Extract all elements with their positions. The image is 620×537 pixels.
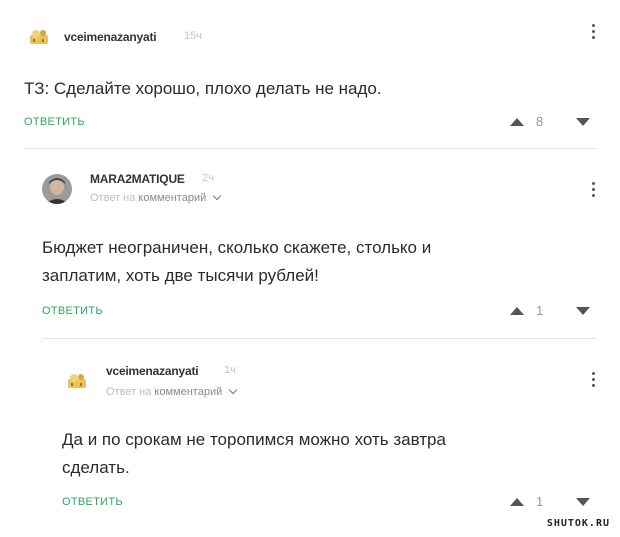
reply-to-target: комментарий [154,386,223,398]
triangle-down-icon[interactable] [576,498,590,506]
reply-to[interactable]: Ответ на комментарий [106,385,238,398]
timestamp: 2ч [202,172,214,184]
chevron-down-icon [229,385,238,395]
comment-text-line: заплатим, хоть две тысячи рублей! [42,266,319,285]
divider [24,148,596,149]
vertical-dots-icon[interactable] [592,372,596,390]
reply-to-prefix: Ответ на [106,386,152,398]
username[interactable]: vceimenazanyati [64,30,157,44]
username[interactable]: vceimenazanyati [106,364,199,378]
divider [42,338,596,339]
reply-button[interactable]: ОТВЕТИТЬ [24,116,85,128]
vote-count: 1 [536,303,544,318]
watermark: SHUTOK.RU [546,518,610,529]
user-avatar[interactable] [42,174,72,204]
comment-text-line: Да и по срокам не торопимся можно хоть з… [62,430,446,449]
cartoon-avatar-icon [62,364,92,394]
reply-button[interactable]: ОТВЕТИТЬ [42,305,103,317]
reply-to[interactable]: Ответ на комментарий [90,191,222,204]
username[interactable]: MARA2MATIQUE [90,172,185,186]
comment-1: vceimenazanyati 15ч ТЗ: Сделайте хорошо,… [0,0,620,148]
comment-3: vceimenazanyati 1ч Ответ на комментарий … [0,340,620,530]
triangle-up-icon[interactable] [510,307,524,315]
vote-count: 8 [536,114,544,129]
chevron-down-icon [213,191,222,201]
cartoon-avatar-icon [24,20,54,50]
user-avatar[interactable] [62,364,92,394]
person-photo-avatar [42,174,72,204]
comment-text-line: сделать. [62,458,130,477]
timestamp: 1ч [224,364,236,376]
reply-button[interactable]: ОТВЕТИТЬ [62,496,123,508]
reply-to-target: комментарий [138,192,207,204]
comment-text-line: ТЗ: Сделайте хорошо, плохо делать не над… [24,79,382,98]
triangle-up-icon[interactable] [510,118,524,126]
user-avatar[interactable] [24,20,54,50]
triangle-down-icon[interactable] [576,118,590,126]
triangle-up-icon[interactable] [510,498,524,506]
comment-text-line: Бюджет неограничен, сколько скажете, сто… [42,238,432,257]
comment-text: Бюджет неограничен, сколько скажете, сто… [42,234,431,290]
vote-count: 1 [536,494,544,509]
reply-to-prefix: Ответ на [90,192,136,204]
comment-text: ТЗ: Сделайте хорошо, плохо делать не над… [24,75,382,103]
vertical-dots-icon[interactable] [592,182,596,200]
timestamp: 15ч [184,30,202,42]
triangle-down-icon[interactable] [576,307,590,315]
comment-text: Да и по срокам не торопимся можно хоть з… [62,426,446,482]
comment-2: MARA2MATIQUE 2ч Ответ на комментарий Бюд… [0,150,620,328]
vertical-dots-icon[interactable] [592,24,596,42]
